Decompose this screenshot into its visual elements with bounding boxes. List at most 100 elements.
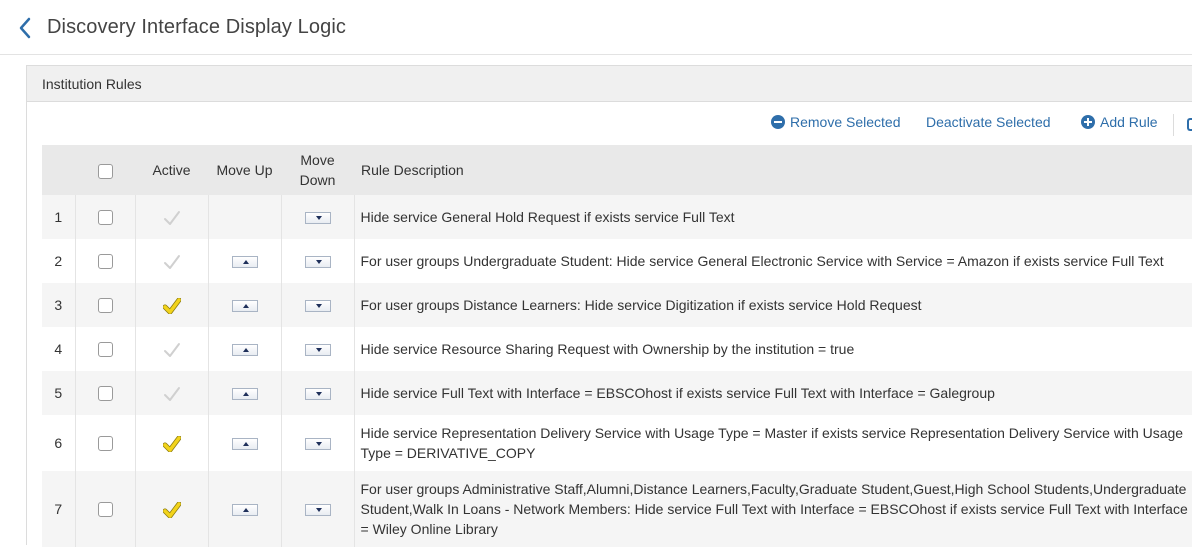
row-checkbox[interactable] <box>97 436 113 452</box>
row-active-cell <box>135 195 209 239</box>
active-check-icon[interactable] <box>162 435 181 452</box>
row-number: 6 <box>42 415 76 471</box>
move-down-button[interactable] <box>304 212 331 225</box>
institution-rules-panel: Institution Rules Remove Selected Deacti… <box>26 65 1192 547</box>
move-down-button[interactable] <box>304 256 331 269</box>
rule-description[interactable]: For user groups Administrative Staff,Alu… <box>354 471 1192 547</box>
rule-description-header[interactable]: Rule Description <box>354 145 1192 195</box>
page-header: Discovery Interface Display Logic <box>0 0 1192 55</box>
row-move-up-cell <box>208 195 282 239</box>
remove-selected-button[interactable]: Remove Selected <box>771 114 901 130</box>
row-move-up-cell <box>208 371 282 415</box>
table-row[interactable]: 6 Hide service Representation Delivery Se… <box>42 415 1192 471</box>
add-rule-button[interactable]: Add Rule <box>1081 114 1158 130</box>
row-move-down-cell <box>281 471 355 547</box>
row-active-cell <box>135 415 209 471</box>
row-move-down-cell <box>281 327 355 371</box>
inactive-check-icon[interactable] <box>163 342 181 358</box>
row-move-down-cell <box>281 239 355 283</box>
move-down-header-line2: Down <box>299 172 336 188</box>
table-header-row: Active Move Up Move Down Rule Descriptio… <box>42 145 1192 195</box>
inactive-check-icon[interactable] <box>163 210 181 226</box>
move-up-button[interactable] <box>231 504 258 517</box>
rule-description[interactable]: Hide service Resource Sharing Request wi… <box>354 327 1192 371</box>
row-checkbox[interactable] <box>97 210 113 226</box>
deactivate-selected-label: Deactivate Selected <box>926 114 1051 130</box>
row-active-cell <box>135 283 209 327</box>
table-row[interactable]: 3 For user groups Distance Learners: Hide… <box>42 283 1192 327</box>
table-row[interactable]: 1 Hide service General Hold Request if ex… <box>42 195 1192 239</box>
remove-selected-label: Remove Selected <box>790 114 901 130</box>
move-up-button[interactable] <box>231 344 258 357</box>
move-up-button[interactable] <box>231 388 258 401</box>
toolbar: Remove Selected Deactivate Selected Add … <box>27 114 1192 136</box>
row-checkbox[interactable] <box>97 342 113 358</box>
move-up-button[interactable] <box>231 256 258 269</box>
row-move-down-cell <box>281 371 355 415</box>
row-move-down-cell <box>281 195 355 239</box>
row-checkbox[interactable] <box>97 254 113 270</box>
row-move-up-cell <box>208 327 282 371</box>
back-button[interactable] <box>12 15 38 41</box>
move-down-header[interactable]: Move Down <box>281 145 354 195</box>
inactive-check-icon[interactable] <box>163 254 181 270</box>
row-select-cell <box>75 415 136 471</box>
chevron-left-icon <box>19 17 31 39</box>
row-move-up-cell <box>208 471 282 547</box>
active-header[interactable]: Active <box>135 145 208 195</box>
rules-table-body: 1 Hide service General Hold Request if ex… <box>42 195 1192 547</box>
move-down-button[interactable] <box>304 300 331 313</box>
select-all-checkbox[interactable] <box>97 163 113 179</box>
table-row[interactable]: 4 Hide service Resource Sharing Request w… <box>42 327 1192 371</box>
row-select-cell <box>75 327 136 371</box>
row-select-cell <box>75 283 136 327</box>
deactivate-selected-button[interactable]: Deactivate Selected <box>926 114 1051 130</box>
row-active-cell <box>135 327 209 371</box>
move-down-button[interactable] <box>304 438 331 451</box>
plus-circle-icon <box>1081 115 1095 129</box>
table-row[interactable]: 2 For user groups Undergraduate Student: … <box>42 239 1192 283</box>
row-move-up-cell <box>208 283 282 327</box>
row-checkbox[interactable] <box>97 386 113 402</box>
inactive-check-icon[interactable] <box>163 386 181 402</box>
row-move-down-cell <box>281 415 355 471</box>
table-row[interactable]: 5 Hide service Full Text with Interface =… <box>42 371 1192 415</box>
row-number: 3 <box>42 283 76 327</box>
minus-circle-icon <box>771 115 785 129</box>
row-checkbox[interactable] <box>97 502 113 518</box>
row-move-down-cell <box>281 283 355 327</box>
move-down-button[interactable] <box>304 504 331 517</box>
row-number: 5 <box>42 371 76 415</box>
panel-title: Institution Rules <box>42 75 142 92</box>
active-check-icon[interactable] <box>162 501 181 518</box>
add-rule-label: Add Rule <box>1100 114 1158 130</box>
rule-description[interactable]: Hide service Full Text with Interface = … <box>354 371 1192 415</box>
row-checkbox[interactable] <box>97 298 113 314</box>
select-all-header <box>75 145 135 195</box>
rule-description[interactable]: For user groups Distance Learners: Hide … <box>354 283 1192 327</box>
move-up-button[interactable] <box>231 438 258 451</box>
row-active-cell <box>135 471 209 547</box>
rule-description[interactable]: Hide service Representation Delivery Ser… <box>354 415 1192 471</box>
row-number-header <box>42 145 75 195</box>
row-active-cell <box>135 239 209 283</box>
move-up-header[interactable]: Move Up <box>208 145 281 195</box>
table-row[interactable]: 7 For user groups Administrative Staff,Al… <box>42 471 1192 547</box>
panel-header: Institution Rules <box>27 66 1192 102</box>
row-active-cell <box>135 371 209 415</box>
row-move-up-cell <box>208 239 282 283</box>
move-up-button[interactable] <box>231 300 258 313</box>
row-select-cell <box>75 239 136 283</box>
page-title: Discovery Interface Display Logic <box>47 16 346 38</box>
row-select-cell <box>75 195 136 239</box>
rule-description[interactable]: Hide service General Hold Request if exi… <box>354 195 1192 239</box>
row-select-cell <box>75 371 136 415</box>
more-actions-icon[interactable] <box>1187 118 1192 131</box>
rules-table: Active Move Up Move Down Rule Descriptio… <box>42 145 1192 547</box>
rule-description[interactable]: For user groups Undergraduate Student: H… <box>354 239 1192 283</box>
move-down-button[interactable] <box>304 344 331 357</box>
row-number: 4 <box>42 327 76 371</box>
row-select-cell <box>75 471 136 547</box>
active-check-icon[interactable] <box>162 297 181 314</box>
move-down-button[interactable] <box>304 388 331 401</box>
